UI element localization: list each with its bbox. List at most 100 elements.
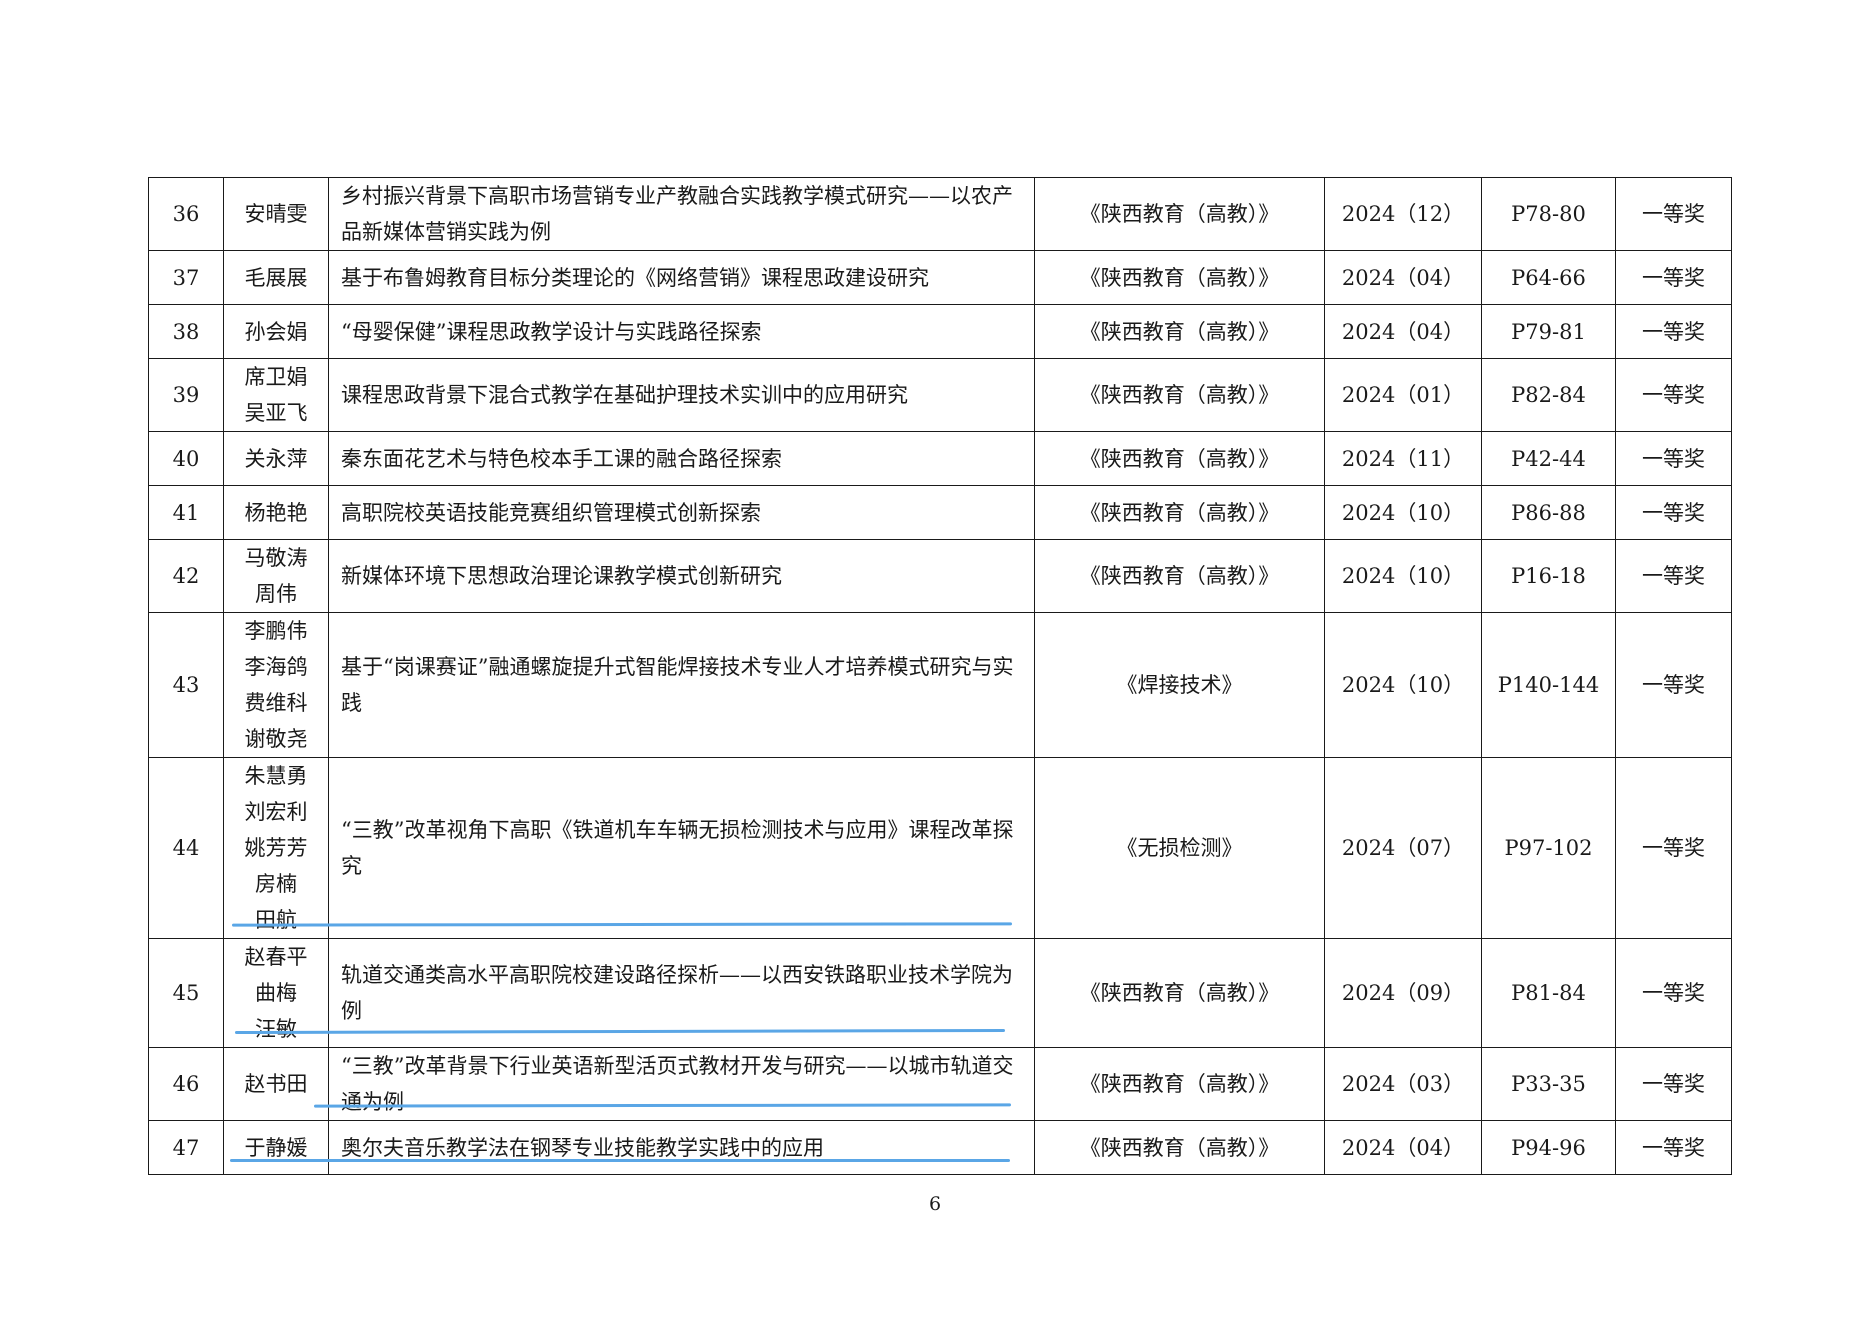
document-page: 36 安晴雯 乡村振兴背景下高职市场营销专业产教融合实践教学模式研究——以农产品新媒… — [0, 0, 1870, 1323]
authors-cell: 李鹏伟 李海鸽 费维科 谢敬尧 — [223, 612, 329, 758]
authors-cell: 马敬涛 周伟 — [223, 539, 329, 613]
issue-cell: 2024（07） — [1324, 757, 1482, 939]
author-name: 李鹏伟 — [244, 619, 308, 643]
issue-cell: 2024（04） — [1324, 304, 1482, 359]
author-name: 曲梅 — [255, 981, 297, 1005]
paper-title-cell: “三教”改革视角下高职《铁道机车车辆无损检测技术与应用》课程改革探究 — [328, 757, 1035, 939]
pages-cell: P42-44 — [1481, 431, 1616, 486]
issue-cell: 2024（04） — [1324, 1120, 1482, 1175]
award-cell: 一等奖 — [1615, 612, 1732, 758]
author-name: 毛展展 — [244, 265, 308, 290]
author-name: 房楠 — [255, 872, 297, 896]
journal-cell: 《陕西教育（高教）》 — [1034, 358, 1325, 432]
pages-cell: P78-80 — [1481, 177, 1616, 251]
row-number-cell: 41 — [148, 485, 224, 540]
pages-cell: P81-84 — [1481, 938, 1616, 1048]
journal-cell: 《陕西教育（高教）》 — [1034, 1047, 1325, 1121]
row-number-cell: 44 — [148, 757, 224, 939]
author-name: 谢敬尧 — [244, 727, 308, 751]
author-name: 田航 — [255, 908, 297, 932]
table-row: 44 朱慧勇 刘宏利 姚芳芳 房楠 田航 “三教”改革视角下高职《铁道机车车辆无损检测技术与… — [148, 757, 1732, 939]
row-number-cell: 39 — [148, 358, 224, 432]
author-name: 赵春平 — [244, 945, 308, 969]
author-name: 孙会娟 — [244, 319, 308, 344]
issue-cell: 2024（03） — [1324, 1047, 1482, 1121]
award-cell: 一等奖 — [1615, 938, 1732, 1048]
award-cell: 一等奖 — [1615, 250, 1732, 305]
issue-cell: 2024（12） — [1324, 177, 1482, 251]
pages-cell: P82-84 — [1481, 358, 1616, 432]
author-name: 杨艳艳 — [244, 500, 308, 525]
row-number-cell: 46 — [148, 1047, 224, 1121]
journal-cell: 《陕西教育（高教）》 — [1034, 250, 1325, 305]
award-cell: 一等奖 — [1615, 431, 1732, 486]
pages-cell: P97-102 — [1481, 757, 1616, 939]
paper-title-cell: 基于布鲁姆教育目标分类理论的《网络营销》课程思政建设研究 — [328, 250, 1035, 305]
table-row: 36 安晴雯 乡村振兴背景下高职市场营销专业产教融合实践教学模式研究——以农产品新媒… — [148, 177, 1732, 251]
journal-cell: 《无损检测》 — [1034, 757, 1325, 939]
authors-cell: 关永萍 — [223, 431, 329, 486]
authors-cell: 于静媛 — [223, 1120, 329, 1175]
author-name: 吴亚飞 — [244, 401, 308, 425]
award-cell: 一等奖 — [1615, 485, 1732, 540]
author-name: 姚芳芳 — [244, 836, 308, 860]
authors-cell: 杨艳艳 — [223, 485, 329, 540]
journal-cell: 《陕西教育（高教）》 — [1034, 431, 1325, 486]
pen-underline-mark — [230, 1159, 1010, 1162]
row-number-cell: 45 — [148, 938, 224, 1048]
journal-cell: 《陕西教育（高教）》 — [1034, 304, 1325, 359]
authors-cell: 朱慧勇刘宏利姚芳芳房楠田航 — [223, 757, 329, 939]
paper-title-cell: 基于“岗课赛证”融通螺旋提升式智能焊接技术专业人才培养模式研究与实践 — [328, 612, 1035, 758]
paper-title-cell: 秦东面花艺术与特色校本手工课的融合路径探索 — [328, 431, 1035, 486]
author-name: 马敬涛 — [244, 546, 308, 570]
row-number-cell: 42 — [148, 539, 224, 613]
author-name: 周伟 — [255, 582, 297, 606]
authors-cell: 毛展展 — [223, 250, 329, 305]
author-name: 刘宏利 — [244, 800, 308, 824]
paper-title-cell: “三教”改革背景下行业英语新型活页式教材开发与研究——以城市轨道交通为例 — [328, 1047, 1035, 1121]
table-body: 36 安晴雯 乡村振兴背景下高职市场营销专业产教融合实践教学模式研究——以农产品新媒… — [148, 177, 1732, 1175]
table-row: 43 李鹏伟 李海鸽 费维科 谢敬尧 基于“岗课赛证”融通螺旋提升式智能焊接技术专业人才培… — [148, 612, 1732, 758]
awards-table: 36 安晴雯 乡村振兴背景下高职市场营销专业产教融合实践教学模式研究——以农产品新媒… — [148, 177, 1732, 1175]
author-name: 朱慧勇 — [244, 764, 308, 788]
table-row: 46 赵书田 “三教”改革背景下行业英语新型活页式教材开发与研究——以城市轨道交通为… — [148, 1047, 1732, 1121]
table-row: 40 关永萍 秦东面花艺术与特色校本手工课的融合路径探索 《陕西教育（高教）》 2024… — [148, 431, 1732, 486]
table-row: 38 孙会娟 “母婴保健”课程思政教学设计与实践路径探索 《陕西教育（高教）》 2024… — [148, 304, 1732, 359]
award-cell: 一等奖 — [1615, 1047, 1732, 1121]
pages-cell: P16-18 — [1481, 539, 1616, 613]
pages-cell: P64-66 — [1481, 250, 1616, 305]
paper-title-cell: 新媒体环境下思想政治理论课教学模式创新研究 — [328, 539, 1035, 613]
pages-cell: P94-96 — [1481, 1120, 1616, 1175]
authors-cell: 安晴雯 — [223, 177, 329, 251]
award-cell: 一等奖 — [1615, 177, 1732, 251]
paper-title-cell: 乡村振兴背景下高职市场营销专业产教融合实践教学模式研究——以农产品新媒体营销实践… — [328, 177, 1035, 251]
award-cell: 一等奖 — [1615, 1120, 1732, 1175]
award-cell: 一等奖 — [1615, 304, 1732, 359]
row-number-cell: 43 — [148, 612, 224, 758]
issue-cell: 2024（09） — [1324, 938, 1482, 1048]
table-row: 37 毛展展 基于布鲁姆教育目标分类理论的《网络营销》课程思政建设研究 《陕西教育（高… — [148, 250, 1732, 305]
author-name: 费维科 — [244, 691, 308, 715]
paper-title-cell: “母婴保健”课程思政教学设计与实践路径探索 — [328, 304, 1035, 359]
row-number-cell: 47 — [148, 1120, 224, 1175]
table-row: 42 马敬涛 周伟 新媒体环境下思想政治理论课教学模式创新研究 《陕西教育（高教）》 20… — [148, 539, 1732, 613]
authors-cell: 孙会娟 — [223, 304, 329, 359]
author-name: 汪敏 — [255, 1017, 297, 1041]
author-name: 赵书田 — [244, 1072, 308, 1096]
journal-cell: 《陕西教育（高教）》 — [1034, 539, 1325, 613]
row-number-cell: 37 — [148, 250, 224, 305]
journal-cell: 《陕西教育（高教）》 — [1034, 177, 1325, 251]
award-cell: 一等奖 — [1615, 539, 1732, 613]
table-row: 39 席卫娟 吴亚飞 课程思政背景下混合式教学在基础护理技术实训中的应用研究 《陕西教育… — [148, 358, 1732, 432]
authors-cell: 赵书田 — [223, 1047, 329, 1121]
author-name: 关永萍 — [244, 446, 308, 471]
award-cell: 一等奖 — [1615, 757, 1732, 939]
pages-cell: P140-144 — [1481, 612, 1616, 758]
journal-cell: 《焊接技术》 — [1034, 612, 1325, 758]
pages-cell: P86-88 — [1481, 485, 1616, 540]
paper-title-cell: 高职院校英语技能竞赛组织管理模式创新探索 — [328, 485, 1035, 540]
paper-title-cell: 奥尔夫音乐教学法在钢琴专业技能教学实践中的应用 — [328, 1120, 1035, 1175]
authors-cell: 席卫娟 吴亚飞 — [223, 358, 329, 432]
page-number: 6 — [928, 1193, 942, 1215]
table-row: 41 杨艳艳 高职院校英语技能竞赛组织管理模式创新探索 《陕西教育（高教）》 2024（… — [148, 485, 1732, 540]
